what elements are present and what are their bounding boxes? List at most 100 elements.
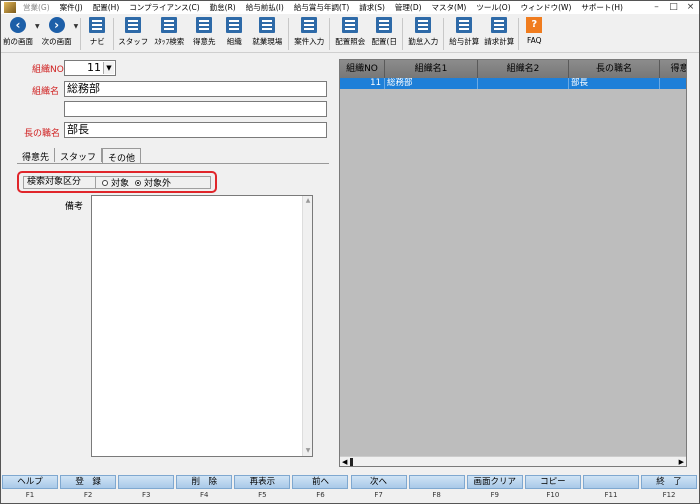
memo-textarea[interactable]: ▲ ▼ [91,195,313,457]
cell-org-name2 [478,78,569,89]
prev-screen-button[interactable]: ‹ 前の画面 [1,15,35,53]
fkey-f3: F3 [117,475,175,503]
org-no-select[interactable]: 11 ▼ [64,60,116,76]
menu-item-admin[interactable]: 管理(D) [390,2,427,13]
tab-other[interactable]: その他 [102,148,142,164]
fkey-f10: コピー F10 [524,475,582,503]
case-entry-button[interactable]: 案件入力 [291,15,327,53]
table-row[interactable]: 11 総務部 部長 [340,78,686,89]
radio-exclude[interactable]: 対象外 [135,176,171,189]
col-header-org-name1[interactable]: 組織名1 [385,60,478,78]
fkey-f12: 終 了 F12 [640,475,698,503]
f8-button[interactable] [408,475,465,489]
assign-inquiry-label: 配置照会 [335,37,366,46]
billing-button[interactable]: 請求計算 [482,15,516,53]
prev-record-button[interactable]: 前へ [292,475,349,489]
tab-staff[interactable]: スタッフ [55,148,103,163]
billing-label: 請求計算 [484,37,515,46]
fkey-label: F12 [662,491,676,499]
next-screen-button[interactable]: › 次の画面 [40,15,74,53]
tab-client[interactable]: 得意先 [17,148,56,163]
f3-button[interactable] [118,475,175,489]
org-name2-field[interactable] [64,101,327,117]
org-no-label: 組織NO [32,65,64,75]
assign-inquiry-button[interactable]: 配置照会 [332,15,368,53]
people-icon [376,17,393,33]
menu-item-billing[interactable]: 請求(S) [354,2,390,13]
next-dropdown-icon[interactable]: ▼ [74,23,79,30]
staff-label: スタッフ [118,37,149,46]
worksite-button[interactable]: 就業現場 [248,15,286,53]
scroll-up-icon[interactable]: ▲ [303,196,313,206]
menu-item-payroll[interactable]: 給与賞与年調(T) [289,2,354,13]
menu-item-tools[interactable]: ツール(O) [471,2,515,13]
radio-target[interactable]: 対象 [102,176,129,189]
client-label: 得意先 [193,37,216,46]
scroll-left-icon[interactable]: ◀ [342,457,347,466]
menu-item-assign[interactable]: 配置(H) [88,2,125,13]
clear-screen-button[interactable]: 画面クリア [466,475,523,489]
menubar: 営業(G) 案件(J) 配置(H) コンプライアンス(C) 勤怠(R) 給与前払… [1,1,699,14]
attendance-button[interactable]: 勤怠入力 [405,15,441,53]
grid-hscrollbar[interactable]: ◀ ▶ [340,456,686,466]
assign-day-button[interactable]: 配置(日 [368,15,400,53]
register-button[interactable]: 登 録 [60,475,117,489]
col-header-org-no[interactable]: 組織NO [340,60,385,78]
tab-bar: 得意先 スタッフ その他 [17,148,142,164]
col-header-head-title[interactable]: 長の職名 [569,60,660,78]
memo-scrollbar[interactable]: ▲ ▼ [302,196,312,456]
head-title-label: 長の職名 [24,129,61,139]
menu-item-compliance[interactable]: コンプライアンス(C) [124,2,204,13]
org-button[interactable]: 組織 [220,15,248,53]
payroll-label: 給与計算 [449,37,480,46]
close-button[interactable]: × [684,2,697,12]
help-icon: ? [526,17,543,33]
scroll-right-icon[interactable]: ▶ [679,457,684,466]
head-title-field[interactable]: 部長 [64,122,327,138]
payroll-button[interactable]: 給与計算 [446,15,482,53]
f11-button[interactable] [582,475,639,489]
menu-item-case[interactable]: 案件(J) [55,2,88,13]
org-name1-field[interactable]: 総務部 [64,81,327,97]
toolbar-separator [113,18,115,50]
chevron-down-icon[interactable]: ▼ [103,62,114,74]
worksite-icon [259,17,276,33]
faq-button[interactable]: ? FAQ [521,15,547,53]
org-no-value: 11 [87,61,101,74]
client-button[interactable]: 得意先 [188,15,220,53]
navi-button[interactable]: ナビ [83,15,111,53]
staff-search-button[interactable]: ｽﾀｯﾌ検索 [150,15,188,53]
scroll-thumb[interactable] [350,458,353,466]
case-entry-icon [301,17,318,33]
fkey-label: F3 [141,491,151,499]
minimize-button[interactable]: – [650,2,663,12]
maximize-button[interactable]: □ [667,2,680,12]
menu-item-master[interactable]: マスタ(M) [427,2,472,13]
assign-day-label: 配置(日 [371,37,397,46]
col-header-org-name2[interactable]: 組織名2 [478,60,569,78]
delete-button[interactable]: 削 除 [176,475,233,489]
refresh-button[interactable]: 再表示 [234,475,291,489]
search-target-group: 検索対象区分 対象 対象外 [17,171,217,193]
tab-panel-border [17,163,329,164]
next-record-button[interactable]: 次へ [350,475,407,489]
copy-button[interactable]: コピー [524,475,581,489]
org-list-grid[interactable]: 組織NO 組織名1 組織名2 長の職名 得意 11 総務部 部長 ◀ ▶ [339,59,687,467]
menu-item-sales[interactable]: 営業(G) [18,2,55,13]
menu-item-support[interactable]: サポート(H) [576,2,628,13]
exit-button[interactable]: 終 了 [641,475,698,489]
cell-org-name1: 総務部 [385,78,478,89]
help-button[interactable]: ヘルプ [2,475,58,489]
menu-item-advance-pay[interactable]: 給与前払(I) [241,2,289,13]
staff-search-icon [161,17,178,33]
attendance-label: 勤怠入力 [408,37,439,46]
col-header-client[interactable]: 得意 [660,60,686,78]
staff-button[interactable]: スタッフ [116,15,150,53]
menu-item-window[interactable]: ウィンドウ(W) [516,2,577,13]
menu-item-attendance[interactable]: 勤怠(R) [205,2,241,13]
staff-search-label: ｽﾀｯﾌ検索 [154,37,185,46]
scroll-down-icon[interactable]: ▼ [303,446,313,456]
search-target-label: 検索対象区分 [24,177,96,188]
fkey-label: F2 [83,491,93,499]
radio-checked-icon [135,179,142,186]
